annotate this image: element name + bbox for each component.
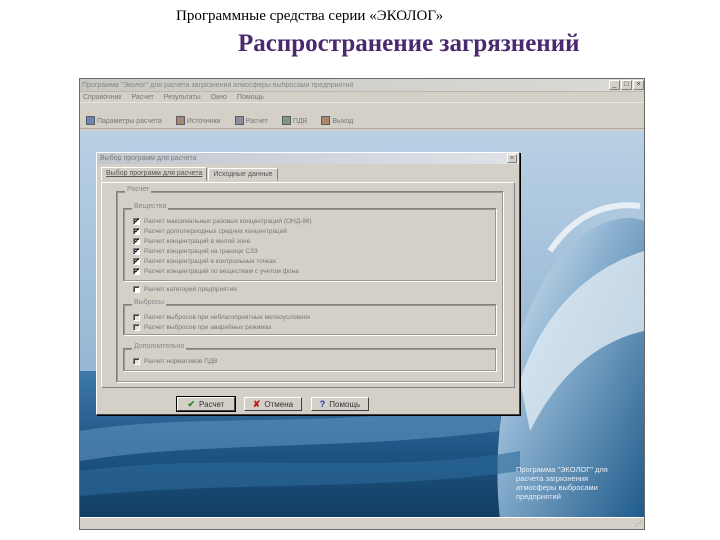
checkbox[interactable]: [133, 286, 140, 293]
checkbox[interactable]: ✓: [133, 228, 140, 235]
help-button[interactable]: ? Помощь: [311, 397, 369, 411]
checkbox[interactable]: ✓: [133, 268, 140, 275]
checkbox: [133, 358, 140, 365]
toolbar-calculate-button[interactable]: Расчет: [234, 116, 268, 125]
minimize-button[interactable]: _: [609, 80, 620, 90]
emissions-group-title: Выбросы: [132, 299, 167, 306]
additional-group-title: Дополнительно: [132, 343, 187, 350]
checkbox-row-disabled: Расчет выбросов при неблагоприятных мете…: [133, 314, 310, 321]
checkbox-row[interactable]: Расчет категорий предприятия: [133, 286, 237, 293]
help-icon: ?: [319, 399, 326, 409]
menu-item-calculation[interactable]: Расчет: [132, 94, 154, 101]
chart-icon: [281, 116, 291, 125]
outer-calculation-group: Расчет Вещества Выбросы Дополнительно ✓ Р…: [116, 186, 504, 383]
toolbar-exit-button[interactable]: Выход: [321, 116, 353, 125]
outer-group-title: Расчет: [125, 186, 152, 193]
checkbox-row[interactable]: ✓ Расчет концентраций на границе СЗЗ: [133, 248, 258, 255]
checkbox-row[interactable]: ✓ Расчет концентраций по веществам с учет…: [133, 268, 299, 275]
tab-input-data[interactable]: Исходные данные: [208, 168, 278, 181]
menu-item-window[interactable]: Окно: [211, 94, 227, 101]
toolbar: Параметры расчета Источники Расчет ПДВ В…: [80, 103, 644, 129]
factory-icon: [175, 116, 185, 125]
checkbox-row[interactable]: ✓ Расчет концентраций в контрольных точка…: [133, 258, 276, 265]
promo-text: Программа "ЭКОЛОГ" для расчета загрязнен…: [516, 465, 608, 501]
statusbar: ⋰: [80, 517, 644, 529]
calculator-icon: [234, 116, 244, 125]
toolbar-parameters-button[interactable]: Параметры расчета: [86, 116, 162, 125]
dialog-buttons: ✔ Расчет ✘ Отмена ? Помощь: [176, 396, 369, 412]
toolbar-sources-button[interactable]: Источники: [175, 116, 221, 125]
checkbox[interactable]: ✓: [133, 248, 140, 255]
cross-icon: ✘: [252, 398, 261, 409]
dialog-tabs: Выбор программ для расчета Исходные данн…: [101, 167, 279, 181]
calculate-button[interactable]: ✔ Расчет: [176, 396, 236, 412]
checkbox-row[interactable]: ✓ Расчет концентраций в жилой зоне: [133, 238, 250, 245]
checkbox[interactable]: ✓: [133, 258, 140, 265]
slide-header: Программные средства серии «ЭКОЛОГ»: [176, 8, 444, 24]
checkbox-row[interactable]: ✓ Расчет максимальных разовых концентраци…: [133, 218, 312, 225]
toolbar-pdv-button[interactable]: ПДВ: [281, 116, 307, 125]
menu-item-reference[interactable]: Справочник: [83, 94, 122, 101]
checkbox[interactable]: ✓: [133, 238, 140, 245]
exit-icon: [321, 116, 331, 125]
checkbox-row[interactable]: ✓ Расчет долгопериодных средних концентра…: [133, 228, 287, 235]
checkbox-row-disabled: Расчет нормативов ПДВ: [133, 358, 218, 365]
checkbox: [133, 324, 140, 331]
checkbox-row-disabled: Расчет выбросов при аварийных режимах: [133, 324, 272, 331]
substances-group-title: Вещества: [132, 203, 169, 210]
checkbox: [133, 314, 140, 321]
calculation-dialog: Выбор программ для расчета × Выбор прогр…: [96, 152, 520, 415]
menu-item-help[interactable]: Помощь: [237, 94, 264, 101]
cancel-button[interactable]: ✘ Отмена: [244, 397, 302, 411]
checkbox[interactable]: ✓: [133, 218, 140, 225]
dialog-title: Выбор программ для расчета ×: [97, 153, 519, 164]
maximize-button[interactable]: □: [621, 80, 632, 90]
dialog-close-button[interactable]: ×: [507, 154, 517, 163]
close-button[interactable]: ×: [633, 80, 644, 90]
app-window-title: Программа "Эколог" для расчета загрязнен…: [82, 81, 354, 89]
slide-title: Распространение загрязнений: [238, 30, 580, 57]
menu-item-results[interactable]: Результаты: [164, 94, 201, 101]
tab-panel: Расчет Вещества Выбросы Дополнительно ✓ Р…: [101, 182, 515, 388]
resize-grip-icon[interactable]: ⋰: [635, 520, 643, 528]
tab-program-selection[interactable]: Выбор программ для расчета: [101, 167, 208, 181]
settings-icon: [86, 116, 95, 125]
menubar: Справочник Расчет Результаты Окно Помощь: [80, 92, 644, 103]
check-icon: ✔: [187, 398, 196, 409]
app-titlebar: Программа "Эколог" для расчета загрязнен…: [80, 79, 644, 92]
